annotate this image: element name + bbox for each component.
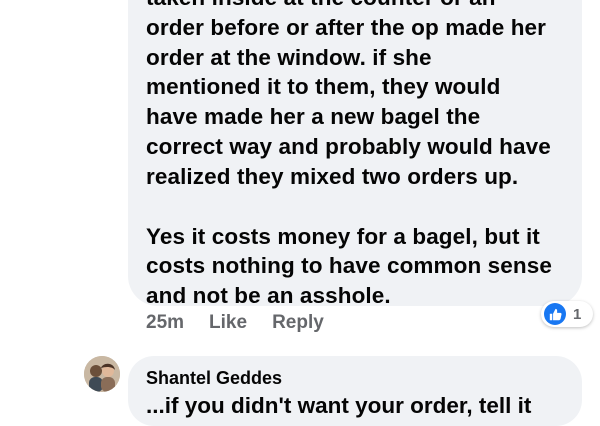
comment-line: and not be an asshole. xyxy=(146,283,391,309)
comment-line: taken inside at the counter or an xyxy=(146,0,576,13)
comment-line: have made her a new bagel the xyxy=(146,104,481,130)
comment-timestamp[interactable]: 25m xyxy=(146,312,184,334)
comment-line: Yes it costs money for a bagel, but it xyxy=(146,223,540,249)
reaction-summary[interactable]: 1 xyxy=(541,301,593,327)
comment-actions: 25m Like Reply xyxy=(146,310,324,336)
comment-body: taken inside at the counter or an order … xyxy=(146,0,576,311)
like-reaction-icon xyxy=(544,303,566,325)
comment-line: realized they mixed two orders up. xyxy=(146,163,519,189)
reply-button[interactable]: Reply xyxy=(272,312,324,334)
profile-avatar[interactable] xyxy=(84,356,120,392)
reaction-count: 1 xyxy=(573,305,582,323)
like-button[interactable]: Like xyxy=(209,312,247,334)
comment-line: order before or after the op made her xyxy=(146,14,547,40)
comment-line: correct way and probably would have xyxy=(146,133,551,159)
comment-line: order at the window. if she xyxy=(146,44,432,70)
comment-line: costs nothing to have common sense xyxy=(146,253,552,279)
comment-author[interactable]: Shantel Geddes xyxy=(146,368,282,389)
comment-preview: ...if you didn't want your order, tell i… xyxy=(146,393,532,418)
comment-line: mentioned it to them, they would xyxy=(146,74,501,100)
